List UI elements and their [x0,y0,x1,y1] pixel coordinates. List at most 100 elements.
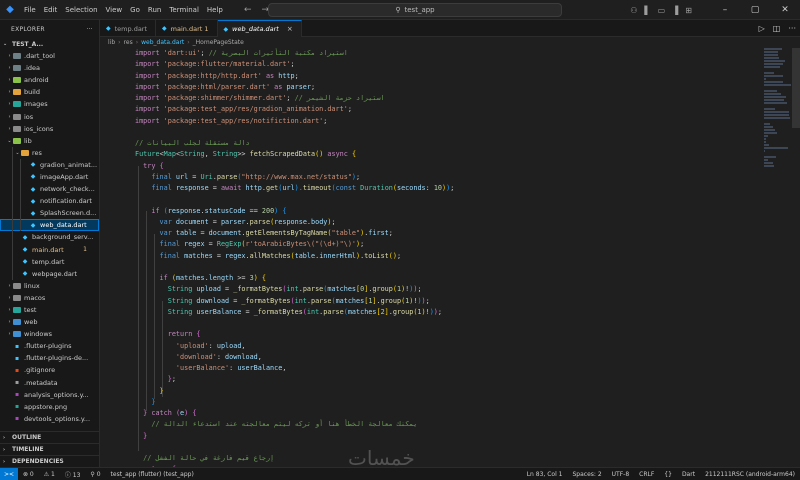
tree-item[interactable]: ◆ gradion_animat... [0,158,99,171]
tree-item[interactable]: ▪ appstore.png [0,401,99,413]
tree-item[interactable]: ▪ .gitignore [0,364,99,376]
menu-edit[interactable]: Edit [40,0,62,20]
minimize-button[interactable]: – [710,0,740,20]
tree-item[interactable]: › web [0,316,99,328]
tab-temp-dart[interactable]: ◆ temp.dart [100,20,157,37]
code-token: ; [417,285,422,294]
more-actions-icon[interactable]: ··· [86,26,93,33]
section-dependencies[interactable]: › DEPENDENCIES [0,455,99,467]
code-line: if (response.statusCode == 200) { [135,206,735,217]
tree-item[interactable]: › linux [0,280,99,292]
tree-item[interactable]: ◆ temp.dart [0,255,99,268]
tree-item[interactable]: ▪ analysis_options.y... [0,389,99,401]
menu-selection[interactable]: Selection [61,0,101,20]
status-device[interactable]: 2112111RSC (android-arm64) [700,471,800,478]
run-icon[interactable]: ▷ [759,24,765,33]
toggle-sidebar-icon[interactable]: ▌ [644,6,650,15]
tab-web_data-dart[interactable]: ◆ web_data.dart × [217,20,302,37]
status-language[interactable]: Dart [677,471,700,478]
editor-scrollbar[interactable] [792,48,800,128]
workspace-root[interactable]: ⌄ TEST_A... [0,38,99,50]
back-arrow-icon[interactable]: ← [244,5,252,15]
split-editor-icon[interactable]: ◫ [773,24,781,33]
command-center-search[interactable]: ⚲ test_app [268,3,562,17]
code-token: parse [216,172,238,181]
status-warnings[interactable]: ⚠ 1 [39,471,60,478]
status-cursor-position[interactable]: Ln 83, Col 1 [522,471,568,478]
menu-go[interactable]: Go [126,0,144,20]
tree-item[interactable]: › ios_icons [0,123,99,135]
breadcrumb-item[interactable]: web_data.dart [141,39,184,46]
tree-item[interactable]: ▪ .flutter-plugins [0,340,99,352]
status-encoding[interactable]: UTF-8 [607,471,635,478]
close-icon[interactable]: × [287,25,293,33]
more-actions-icon[interactable]: ··· [788,24,796,33]
section-timeline[interactable]: › TIMELINE [0,443,99,455]
tree-item[interactable]: ◆ background_serv... [0,231,99,244]
dart-file-icon: ◆ [223,25,229,33]
breadcrumb-item[interactable]: res [124,39,133,46]
tree-item[interactable]: ▪ devtools_options.y... [0,413,99,425]
status-braces[interactable]: {} [659,471,677,478]
status-ports[interactable]: ⚲ 0 [85,471,105,478]
remote-indicator[interactable]: >< [0,467,18,480]
chevron-right-icon: › [8,282,11,289]
status-errors[interactable]: ⊗ 0 [18,471,39,478]
tree-item[interactable]: ⌄ res [0,146,99,159]
tree-item[interactable]: › windows [0,328,99,340]
code-token: url [282,184,295,192]
tree-item[interactable]: › images [0,98,99,110]
breadcrumb-item[interactable]: lib [108,39,115,46]
minimap-line [764,102,787,104]
tree-item[interactable]: ◆ web_data.dart [0,219,99,232]
minimap-line [764,126,774,128]
menu-run[interactable]: Run [144,0,165,20]
close-window-button[interactable]: ✕ [770,0,800,20]
toggle-panel-icon[interactable]: ▭ [658,6,666,15]
minimap-line [764,108,776,110]
tree-item-label: .flutter-plugins-de... [24,354,89,363]
dart-file-icon: ◆ [22,258,28,266]
menu-file[interactable]: File [20,0,40,20]
status-indentation[interactable]: Spaces: 2 [567,471,606,478]
code-editor[interactable]: import 'dart:ui'; // استيراد مكتبة التأث… [100,48,800,480]
code-line: // إرجاع قيم فارغة في حالة الفشل [135,453,735,464]
tree-item[interactable]: ◆ notification.dart [0,195,99,208]
tree-item-label: gradion_animat... [40,160,98,169]
tree-item[interactable]: › build [0,86,99,98]
tree-item[interactable]: ⌄ lib [0,135,99,147]
tree-item-label: .metadata [24,378,58,387]
tree-item[interactable]: › android [0,74,99,86]
menu-view[interactable]: View [102,0,127,20]
tree-item[interactable]: ◆ webpage.dart [0,267,99,280]
breadcrumb-item[interactable]: _HomePageState [193,39,244,46]
maximize-button[interactable]: ▢ [740,0,770,20]
status-eol[interactable]: CRLF [634,471,659,478]
tree-item[interactable]: › macos [0,292,99,304]
menu-help[interactable]: Help [203,0,227,20]
menu-bar: File Edit Selection View Go Run Terminal Help [20,0,227,20]
customize-layout-icon[interactable]: ⊞ [685,6,692,15]
tree-item[interactable]: › ios [0,110,99,122]
tree-item[interactable]: ◆ SplashScreen.d... [0,207,99,220]
code-line: 'upload': upload, [135,341,735,352]
minimap[interactable] [764,48,792,278]
toggle-secondary-sidebar-icon[interactable]: ▐ [672,6,678,15]
copilot-icon[interactable]: ⚇ [630,6,637,15]
status-project[interactable]: test_app (flutter) (test_app) [106,471,199,478]
code-line: Future<Map<String, String>> fetchScraped… [135,149,735,160]
tree-item[interactable]: ◆ imageApp.dart [0,170,99,184]
tree-item[interactable]: ◆ network_check... [0,183,99,196]
tree-item[interactable]: ◆ main.dart 1 [0,243,99,256]
tree-item-label: ios_icons [24,124,54,133]
tree-item[interactable]: › test [0,304,99,316]
tree-item[interactable]: › .dart_tool [0,50,99,62]
tree-item[interactable]: ▪ .flutter-plugins-de... [0,352,99,364]
code-token: int [286,285,299,294]
section-outline[interactable]: › OUTLINE [0,431,99,443]
status-info[interactable]: ⓘ 13 [60,470,86,479]
tree-item[interactable]: › .idea [0,62,99,74]
tree-item[interactable]: ▪ .metadata [0,377,99,389]
menu-terminal[interactable]: Terminal [165,0,203,20]
tab-main-dart[interactable]: ◆ main.dart 1 [156,20,218,37]
